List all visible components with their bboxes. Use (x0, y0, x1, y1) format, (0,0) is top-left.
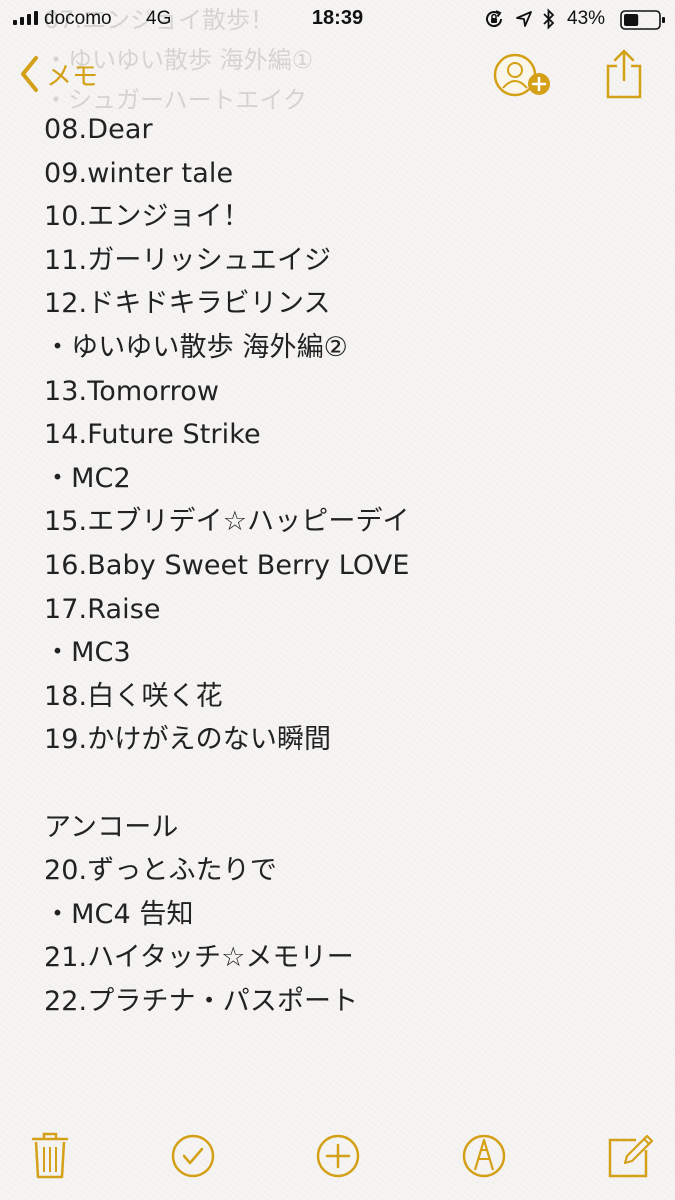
trash-icon (31, 1132, 69, 1179)
battery-percentage: 43% (567, 8, 606, 29)
note-line: 14.Future Strike (44, 419, 261, 451)
note-line: 22.プラチナ・パスポート (44, 985, 359, 1017)
bottom-toolbar (0, 1130, 675, 1190)
delete-button[interactable] (30, 1130, 70, 1184)
note-line: 17.Raise (44, 593, 161, 625)
back-button-label: メモ (46, 61, 99, 92)
note-line: 21.ハイタッチ☆メモリー (44, 942, 354, 974)
note-line: 12.ドキドキラビリンス (44, 288, 331, 320)
add-button[interactable] (315, 1130, 361, 1184)
location-arrow-icon (514, 9, 534, 35)
note-line: 16.Baby Sweet Berry LOVE (44, 549, 410, 581)
add-person-icon (493, 53, 550, 97)
battery-icon (620, 9, 666, 37)
share-icon (606, 49, 642, 99)
compose-icon (608, 1134, 654, 1178)
status-bar: docomo 4G 18:39 43% (0, 0, 675, 40)
back-button[interactable]: メモ (18, 54, 98, 94)
navigation-bar: メモ (0, 44, 675, 108)
compose-button[interactable] (606, 1130, 654, 1184)
note-body[interactable]: 08.Dear 09.winter tale 10.エンジョイ！ 11.ガーリッ… (44, 108, 644, 1023)
note-line: 18.白く咲く花 (44, 680, 223, 712)
add-icon (316, 1134, 360, 1178)
note-line: 08.Dear (44, 114, 153, 145)
note-line: 15.エブリデイ☆ハッピーデイ (44, 506, 410, 538)
note-line: 09.winter tale (44, 157, 234, 189)
note-line: ・ゆいゆい散歩 海外編② (44, 331, 348, 363)
note-line: アンコール (44, 811, 179, 843)
share-button[interactable] (604, 48, 644, 104)
chevron-left-icon (21, 56, 38, 92)
note-line: ・MC3 (44, 637, 131, 669)
markup-button[interactable] (461, 1130, 507, 1184)
note-line: 11.ガーリッシュエイジ (44, 244, 332, 276)
rotation-lock-icon (483, 8, 505, 36)
note-line: ・MC2 (44, 462, 131, 494)
note-line-blank (44, 762, 644, 806)
note-line: 13.Tomorrow (44, 375, 220, 407)
note-line: 10.エンジョイ！ (44, 201, 250, 233)
add-person-button[interactable] (493, 52, 555, 106)
checklist-icon (171, 1134, 215, 1178)
note-line: 19.かけがえのない瞬間 (44, 724, 332, 756)
note-line: 20.ずっとふたりで (44, 855, 277, 887)
checklist-button[interactable] (170, 1130, 216, 1184)
markup-pen-icon (462, 1134, 506, 1178)
note-line: ・MC4 告知 (44, 898, 194, 930)
bluetooth-icon (541, 8, 557, 36)
